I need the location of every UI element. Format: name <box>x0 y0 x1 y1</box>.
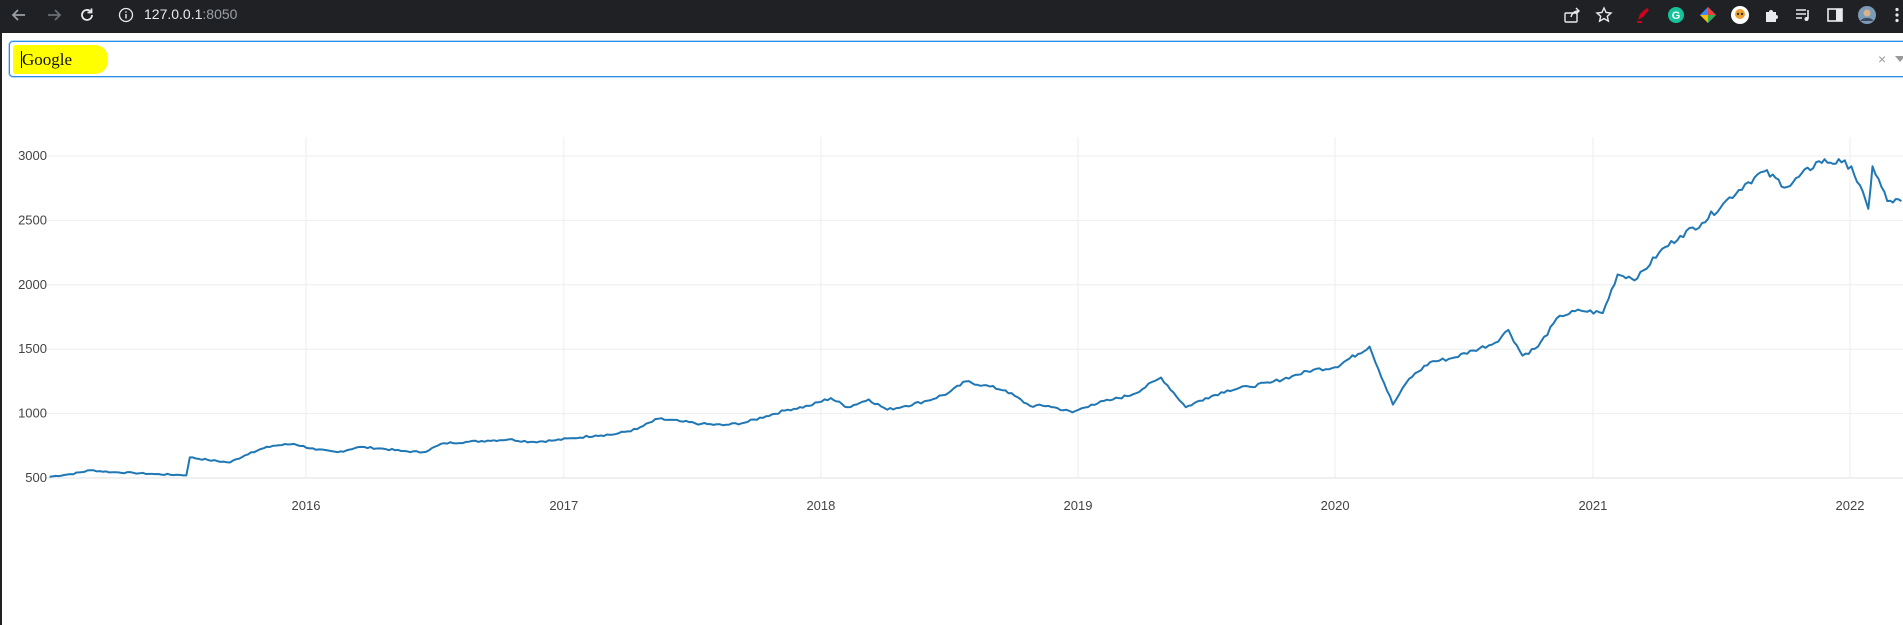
y-tick-label: 1000 <box>18 406 47 421</box>
y-gridlines <box>45 155 1903 479</box>
price-chart[interactable]: 500 1000 1500 2000 2500 3000 2016 2017 2018 2019… <box>0 0 1903 625</box>
y-tick-labels: 500 1000 1500 2000 2500 3000 <box>18 148 47 485</box>
x-tick-label: 2021 <box>1578 498 1607 513</box>
y-tick-label: 2000 <box>18 277 47 292</box>
x-gridlines <box>305 137 1851 478</box>
series-group <box>49 158 1902 478</box>
x-tick-label: 2016 <box>292 498 321 513</box>
price-line[interactable] <box>49 158 1902 478</box>
y-tick-label: 500 <box>25 470 47 485</box>
x-tick-label: 2019 <box>1064 498 1093 513</box>
x-tick-label: 2017 <box>549 498 578 513</box>
x-tick-label: 2020 <box>1321 498 1350 513</box>
y-tick-label: 1500 <box>18 341 47 356</box>
y-tick-label: 3000 <box>18 148 47 163</box>
y-tick-label: 2500 <box>18 212 47 227</box>
x-tick-label: 2022 <box>1836 498 1865 513</box>
x-tick-labels: 2016 2017 2018 2019 2020 2021 2022 <box>292 498 1865 513</box>
x-tick-label: 2018 <box>806 498 835 513</box>
